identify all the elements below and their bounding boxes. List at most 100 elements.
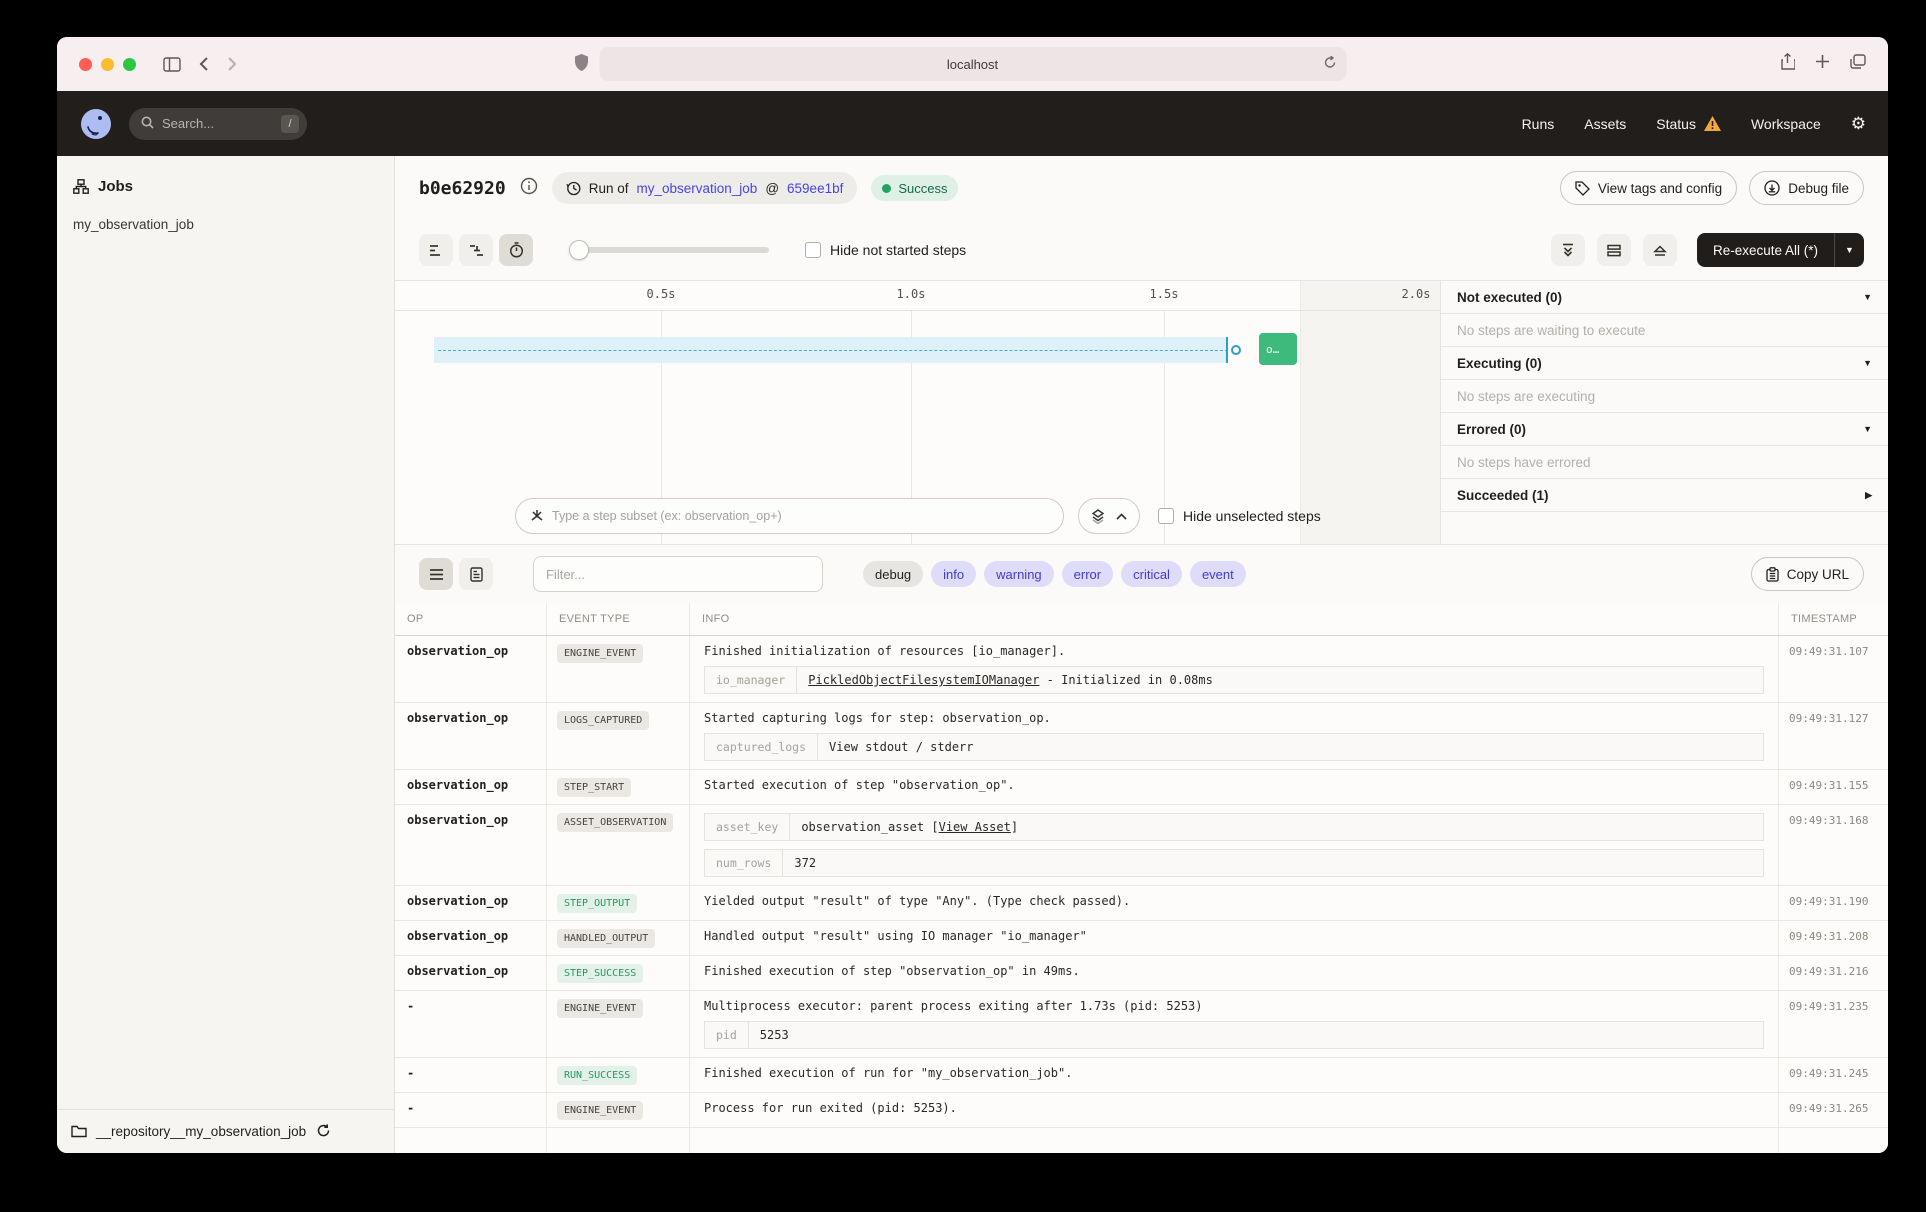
new-tab-icon[interactable] bbox=[1815, 54, 1830, 74]
commit-link[interactable]: 659ee1bf bbox=[787, 181, 843, 196]
gantt-step-bar[interactable] bbox=[434, 337, 1228, 363]
gantt-step-box[interactable]: o… bbox=[1259, 333, 1297, 365]
hide-not-started-checkbox[interactable]: Hide not started steps bbox=[805, 242, 966, 258]
dagster-logo[interactable] bbox=[79, 107, 113, 141]
log-level-pill-info[interactable]: info bbox=[931, 561, 976, 587]
run-id: b0e62920 bbox=[419, 178, 506, 199]
zoom-slider-knob[interactable] bbox=[569, 240, 589, 260]
log-level-pill-event[interactable]: event bbox=[1190, 561, 1246, 587]
status-dot bbox=[882, 184, 891, 193]
log-row[interactable]: -ENGINE_EVENTProcess for run exited (pid… bbox=[395, 1093, 1888, 1128]
app-header: Search... / Runs Assets Status Workspace… bbox=[57, 91, 1888, 156]
reexecute-dropdown-caret[interactable]: ▼ bbox=[1834, 233, 1864, 267]
structured-view-icon[interactable] bbox=[459, 558, 493, 590]
log-info: Started capturing logs for step: observa… bbox=[690, 703, 1779, 769]
metadata-link[interactable]: View Asset bbox=[939, 820, 1011, 834]
log-op: observation_op bbox=[395, 921, 547, 955]
rows-icon[interactable] bbox=[1597, 234, 1631, 266]
back-icon[interactable] bbox=[199, 56, 209, 72]
axis-tick: 1.0s bbox=[897, 287, 926, 301]
debug-file-button[interactable]: Debug file bbox=[1749, 171, 1864, 205]
log-filter-placeholder: Filter... bbox=[546, 567, 585, 582]
hide-unselected-checkbox[interactable]: Hide unselected steps bbox=[1158, 508, 1321, 524]
share-icon[interactable] bbox=[1780, 53, 1795, 75]
job-link[interactable]: my_observation_job bbox=[636, 181, 757, 196]
log-table: OP EVENT TYPE INFO TIMESTAMP observation… bbox=[395, 603, 1888, 1153]
reload-icon[interactable] bbox=[1323, 56, 1336, 72]
nav-status[interactable]: Status bbox=[1656, 116, 1721, 132]
gantt-overflow-shade bbox=[1300, 281, 1440, 544]
step-subset-input[interactable]: Type a step subset (ex: observation_op+) bbox=[515, 498, 1064, 534]
log-level-pill-warning[interactable]: warning bbox=[984, 561, 1054, 587]
folder-icon bbox=[71, 1125, 87, 1138]
search-placeholder: Search... bbox=[162, 116, 214, 131]
reexecute-all-button[interactable]: Re-execute All (*) ▼ bbox=[1697, 233, 1864, 267]
log-row[interactable]: observation_opSTEP_STARTStarted executio… bbox=[395, 770, 1888, 805]
log-row[interactable]: observation_opSTEP_OUTPUTYielded output … bbox=[395, 886, 1888, 921]
nav-workspace[interactable]: Workspace bbox=[1751, 116, 1821, 132]
log-row[interactable]: -RUN_SUCCESSFinished execution of run fo… bbox=[395, 1058, 1888, 1093]
settings-gear-icon[interactable]: ⚙ bbox=[1851, 114, 1866, 134]
log-row[interactable]: observation_opSTEP_SUCCESSFinished execu… bbox=[395, 956, 1888, 991]
refresh-icon[interactable] bbox=[317, 1124, 330, 1140]
metadata-link[interactable]: PickledObjectFilesystemIOManager bbox=[808, 673, 1039, 687]
search-input[interactable]: Search... / bbox=[129, 108, 307, 140]
metadata-box: asset_keyobservation_asset [View Asset] bbox=[704, 813, 1764, 841]
copy-url-button[interactable]: Copy URL bbox=[1751, 557, 1864, 591]
log-row[interactable]: observation_opLOGS_CAPTUREDStarted captu… bbox=[395, 703, 1888, 770]
column-header-info: INFO bbox=[690, 603, 1779, 635]
flat-view-icon[interactable] bbox=[419, 234, 453, 266]
sidebar-repository-footer[interactable]: __repository__my_observation_job bbox=[57, 1109, 394, 1153]
checkbox-box[interactable] bbox=[805, 242, 821, 258]
log-table-header: OP EVENT TYPE INFO TIMESTAMP bbox=[395, 603, 1888, 636]
zoom-slider[interactable] bbox=[569, 247, 769, 253]
list-view-icon[interactable] bbox=[419, 558, 453, 590]
tab-overview-icon[interactable] bbox=[1850, 54, 1866, 74]
shield-icon[interactable] bbox=[575, 54, 588, 76]
sidebar-toggle-icon[interactable] bbox=[163, 57, 181, 72]
log-info: Handled output "result" using IO manager… bbox=[690, 921, 1779, 955]
timed-view-icon[interactable] bbox=[499, 234, 533, 266]
log-row[interactable]: observation_opASSET_OBSERVATIONasset_key… bbox=[395, 805, 1888, 886]
checkbox-box[interactable] bbox=[1158, 508, 1174, 524]
event-type-tag: ENGINE_EVENT bbox=[557, 1101, 643, 1120]
sidebar-item-my-observation-job[interactable]: my_observation_job bbox=[57, 217, 394, 232]
nav-runs[interactable]: Runs bbox=[1522, 116, 1555, 132]
status-section-header[interactable]: Errored (0)▼ bbox=[1441, 413, 1888, 446]
status-section-header[interactable]: Not executed (0)▼ bbox=[1441, 281, 1888, 314]
log-filter-input[interactable]: Filter... bbox=[533, 556, 823, 592]
history-icon bbox=[566, 181, 581, 196]
log-level-pill-error[interactable]: error bbox=[1062, 561, 1113, 587]
log-timestamp: 09:49:31.265 bbox=[1779, 1093, 1888, 1127]
search-icon bbox=[141, 116, 154, 132]
status-section-header[interactable]: Succeeded (1)▶ bbox=[1441, 479, 1888, 512]
nav-assets[interactable]: Assets bbox=[1584, 116, 1626, 132]
forward-icon[interactable] bbox=[227, 56, 237, 72]
gantt-step-marker[interactable] bbox=[1231, 345, 1241, 355]
eject-icon[interactable] bbox=[1643, 234, 1677, 266]
log-level-pill-critical[interactable]: critical bbox=[1121, 561, 1182, 587]
view-tags-config-button[interactable]: View tags and config bbox=[1560, 171, 1737, 205]
log-toolbar: Filter... debug info warning error critical e… bbox=[395, 545, 1888, 603]
step-subset-actions[interactable] bbox=[1078, 498, 1140, 534]
status-section-body: No steps have errored bbox=[1441, 446, 1888, 479]
zoom-window-button[interactable] bbox=[123, 58, 136, 71]
log-timestamp: 09:49:31.208 bbox=[1779, 921, 1888, 955]
log-row[interactable]: -ENGINE_EVENTMultiprocess executor: pare… bbox=[395, 991, 1888, 1058]
metadata-box: captured_logsView stdout / stderr bbox=[704, 733, 1764, 761]
url-bar[interactable]: localhost bbox=[599, 47, 1346, 81]
browser-chrome: localhost bbox=[57, 37, 1888, 91]
info-icon[interactable] bbox=[520, 177, 538, 200]
waterfall-view-icon[interactable] bbox=[459, 234, 493, 266]
collapse-all-icon[interactable] bbox=[1551, 234, 1585, 266]
minimize-window-button[interactable] bbox=[101, 58, 114, 71]
close-window-button[interactable] bbox=[79, 58, 92, 71]
jobs-icon bbox=[73, 179, 89, 194]
log-op: - bbox=[395, 991, 547, 1057]
event-type-tag: RUN_SUCCESS bbox=[557, 1066, 637, 1085]
log-level-pill-debug[interactable]: debug bbox=[863, 561, 923, 587]
status-section-body: No steps are waiting to execute bbox=[1441, 314, 1888, 347]
log-row[interactable]: observation_opENGINE_EVENTFinished initi… bbox=[395, 636, 1888, 703]
log-row[interactable]: observation_opHANDLED_OUTPUTHandled outp… bbox=[395, 921, 1888, 956]
status-section-header[interactable]: Executing (0)▼ bbox=[1441, 347, 1888, 380]
